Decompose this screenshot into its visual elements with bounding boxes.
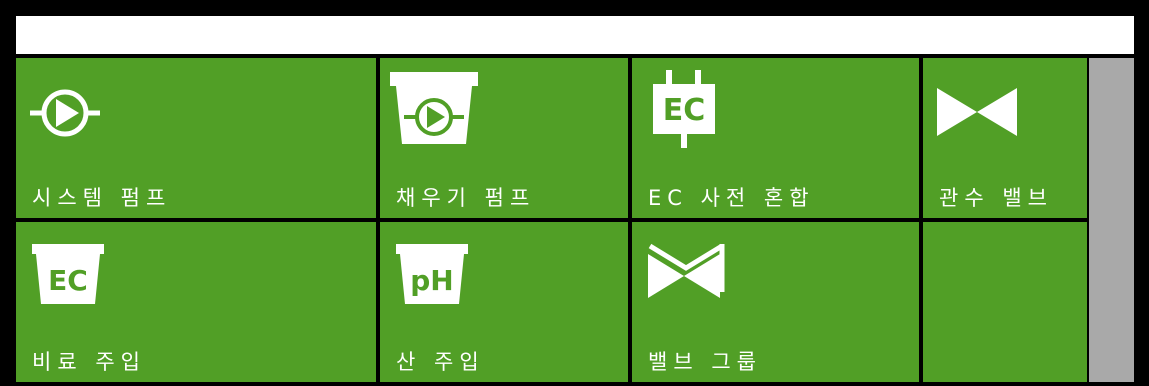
pump-icon	[30, 89, 100, 137]
tile-label: 시스템 펌프	[32, 186, 172, 210]
tile-irrigation-valve[interactable]: 관수 밸브	[923, 58, 1087, 218]
app-frame: 시스템 펌프 채우기 펌프 EC EC 사전 혼합 관수 밸브 EC 비료 주입…	[0, 0, 1149, 386]
tile-label: 산 주입	[396, 350, 485, 374]
ec-premix-icon: EC	[653, 70, 715, 148]
tile-label: 비료 주입	[32, 350, 146, 374]
ec-tank-icon: EC	[32, 244, 104, 304]
tile-label: 밸브 그룹	[648, 350, 762, 374]
tile-system-pump[interactable]: 시스템 펌프	[16, 58, 376, 218]
tile-acid-injection[interactable]: pH 산 주입	[380, 222, 628, 382]
valve-group-icon	[648, 243, 725, 298]
tile-label: EC 사전 혼합	[648, 186, 815, 210]
valve-icon	[937, 88, 1017, 136]
fill-pump-icon	[390, 72, 478, 144]
tile-empty	[923, 222, 1087, 382]
tile-valve-group[interactable]: 밸브 그룹	[632, 222, 919, 382]
tile-fill-pump[interactable]: 채우기 펌프	[380, 58, 628, 218]
ec-premix-badge: EC	[663, 93, 706, 128]
tile-label: 관수 밸브	[939, 186, 1053, 210]
tank-badge: EC	[48, 264, 88, 297]
tank-badge: pH	[410, 264, 453, 297]
tile-label: 채우기 펌프	[396, 186, 536, 210]
scrollbar[interactable]	[1089, 58, 1134, 382]
tile-grid: 시스템 펌프 채우기 펌프 EC EC 사전 혼합 관수 밸브 EC 비료 주입…	[16, 58, 1087, 382]
title-bar	[16, 16, 1134, 54]
tile-ec-premix[interactable]: EC EC 사전 혼합	[632, 58, 919, 218]
ph-tank-icon: pH	[396, 244, 468, 304]
tile-fertilizer-injection[interactable]: EC 비료 주입	[16, 222, 376, 382]
